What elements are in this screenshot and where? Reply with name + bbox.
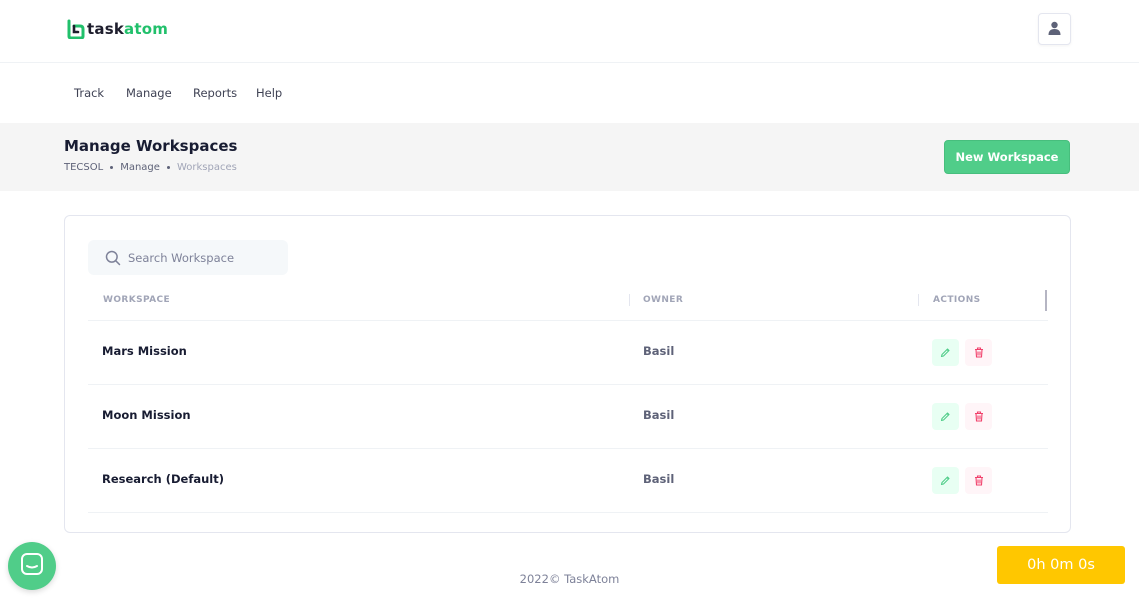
logo-icon xyxy=(66,19,85,40)
breadcrumb-separator xyxy=(166,166,170,169)
pencil-icon xyxy=(940,471,951,490)
new-workspace-button[interactable]: New Workspace xyxy=(944,140,1070,174)
main-nav: Track Manage Reports Help xyxy=(0,64,1139,123)
column-header-workspace[interactable]: WORKSPACE xyxy=(103,295,170,305)
nav-item-reports[interactable]: Reports xyxy=(193,86,237,100)
edit-button[interactable] xyxy=(932,403,959,430)
page-title: Manage Workspaces xyxy=(64,137,238,155)
top-header: taskatom xyxy=(0,0,1139,63)
time-tracker-timer[interactable]: 0h 0m 0s xyxy=(997,546,1125,584)
row-divider xyxy=(88,448,1048,449)
edit-button[interactable] xyxy=(932,467,959,494)
row-divider xyxy=(88,384,1048,385)
workspace-name: Mars Mission xyxy=(102,344,187,358)
workspace-owner: Basil xyxy=(643,344,675,358)
trash-icon xyxy=(974,407,984,426)
column-resize-handle[interactable] xyxy=(1045,290,1047,311)
header-divider xyxy=(88,320,1048,321)
delete-button[interactable] xyxy=(965,339,992,366)
pencil-icon xyxy=(940,343,951,362)
nav-item-manage[interactable]: Manage xyxy=(126,86,172,100)
column-divider xyxy=(918,294,919,306)
breadcrumb-item-manage[interactable]: Manage xyxy=(120,162,160,173)
delete-button[interactable] xyxy=(965,403,992,430)
column-header-owner[interactable]: OWNER xyxy=(643,295,683,305)
breadcrumb: TECSOL Manage Workspaces xyxy=(64,162,237,173)
trash-icon xyxy=(974,343,984,362)
trash-icon xyxy=(974,471,984,490)
search-input[interactable] xyxy=(128,240,283,275)
row-divider xyxy=(88,512,1048,513)
workspace-owner: Basil xyxy=(643,472,675,486)
workspace-name: Moon Mission xyxy=(102,408,191,422)
edit-button[interactable] xyxy=(932,339,959,366)
workspace-name: Research (Default) xyxy=(102,472,224,486)
footer-copyright: 2022© TaskAtom xyxy=(519,572,620,586)
user-icon xyxy=(1048,20,1061,39)
breadcrumb-item-current: Workspaces xyxy=(176,162,237,173)
logo-text: taskatom xyxy=(87,20,169,38)
chat-launcher-button[interactable] xyxy=(8,542,56,590)
workspaces-card: WORKSPACE OWNER ACTIONS Mars Mission Bas… xyxy=(64,215,1071,533)
taskatom-logo[interactable]: taskatom xyxy=(66,18,168,40)
breadcrumb-separator xyxy=(110,166,114,169)
breadcrumb-item-org[interactable]: TECSOL xyxy=(64,162,103,173)
page-toolbar: Manage Workspaces TECSOL Manage Workspac… xyxy=(0,123,1139,191)
search-icon xyxy=(105,250,121,266)
column-divider xyxy=(629,294,630,306)
delete-button[interactable] xyxy=(965,467,992,494)
user-menu-button[interactable] xyxy=(1038,13,1071,45)
chat-icon xyxy=(20,552,44,580)
nav-item-help[interactable]: Help xyxy=(256,86,282,100)
pencil-icon xyxy=(940,407,951,426)
nav-item-track[interactable]: Track xyxy=(74,86,104,100)
search-box xyxy=(88,240,288,275)
workspace-owner: Basil xyxy=(643,408,675,422)
column-header-actions: ACTIONS xyxy=(933,295,981,305)
